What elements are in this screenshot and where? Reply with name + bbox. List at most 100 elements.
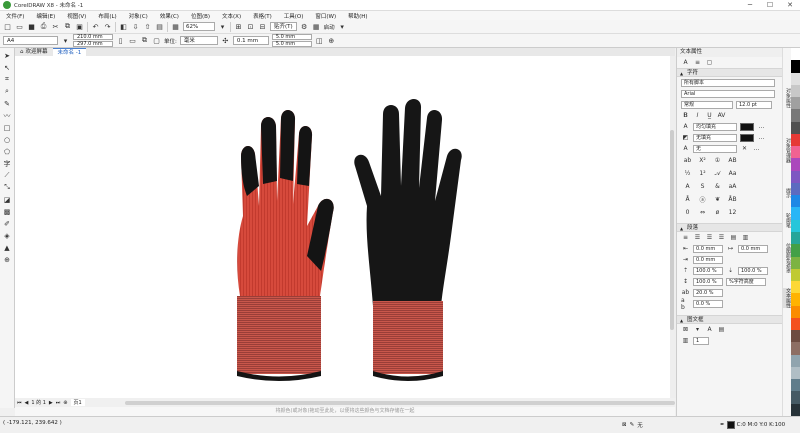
- launch-dropdown-icon[interactable]: ▾: [338, 22, 347, 31]
- cut-icon[interactable]: ✂: [51, 22, 60, 31]
- case-forms-icon[interactable]: aA: [728, 182, 737, 191]
- paste-icon[interactable]: ▣: [75, 22, 84, 31]
- undo-icon[interactable]: ↶: [91, 22, 100, 31]
- align-none-icon[interactable]: ≡: [681, 233, 690, 242]
- portrait-icon[interactable]: ▯: [116, 36, 125, 45]
- palette-swatch[interactable]: [791, 146, 800, 159]
- current-page-icon[interactable]: ▢: [152, 36, 161, 45]
- treat-as-filled-icon[interactable]: ◫: [315, 36, 324, 45]
- palette-swatch[interactable]: [791, 170, 800, 183]
- titling-icon[interactable]: ÅB: [728, 195, 737, 204]
- add-tool-icon[interactable]: ⊕: [3, 255, 12, 264]
- zero-icon[interactable]: 0: [683, 208, 692, 217]
- vertical-align-icon[interactable]: A: [705, 325, 714, 334]
- prev-page-icon[interactable]: ◀: [25, 400, 29, 406]
- character-mode-icon[interactable]: A: [681, 58, 690, 67]
- outline-color-icon[interactable]: ✕: [740, 144, 749, 153]
- columns-input[interactable]: 1: [693, 336, 709, 345]
- last-page-icon[interactable]: ⏭: [56, 400, 61, 406]
- add-preset-icon[interactable]: ⊕: [327, 36, 336, 45]
- palette-swatch[interactable]: [791, 182, 800, 196]
- palette-swatch[interactable]: [791, 305, 800, 318]
- right-indent-input[interactable]: 0.0 mm: [693, 255, 723, 264]
- publish-pdf-icon[interactable]: ▤: [155, 22, 164, 31]
- drop-shadow-tool-icon[interactable]: ◪: [3, 195, 12, 204]
- zoom-level-input[interactable]: 62%: [183, 22, 215, 31]
- save-icon[interactable]: ■: [27, 22, 36, 31]
- palette-swatch[interactable]: [791, 366, 800, 380]
- page-tab[interactable]: 页1: [70, 399, 85, 406]
- menu-text[interactable]: 文本(X): [216, 12, 247, 20]
- fill-type-select[interactable]: 均匀填充: [693, 122, 737, 131]
- palette-swatch[interactable]: [791, 293, 800, 306]
- zoom-tool-icon[interactable]: ⌕: [3, 87, 12, 96]
- justify-icon[interactable]: ▤: [729, 233, 738, 242]
- space-after-input[interactable]: 100.0 %: [738, 266, 768, 275]
- outline-settings-icon[interactable]: …: [752, 144, 761, 153]
- rulers-icon[interactable]: ⊞: [234, 22, 243, 31]
- tab-untitled[interactable]: 未命名 -1: [52, 48, 87, 56]
- duplicate-y-input[interactable]: 5.0 mm: [271, 41, 312, 47]
- fill-settings-icon[interactable]: …: [757, 122, 766, 131]
- italic-icon[interactable]: 𝐼: [693, 111, 702, 120]
- pick-tool-icon[interactable]: ➤: [3, 51, 12, 60]
- frame-fill-icon[interactable]: ⊠: [681, 325, 690, 334]
- palette-swatch[interactable]: [791, 379, 800, 392]
- small-caps-icon[interactable]: Aa: [728, 169, 737, 178]
- parallel-dimension-tool-icon[interactable]: ⟋: [3, 171, 12, 180]
- character-section-header[interactable]: 字符: [677, 68, 782, 78]
- guidelines-icon[interactable]: ⊟: [258, 22, 267, 31]
- palette-swatch[interactable]: [791, 219, 800, 232]
- tab-welcome[interactable]: ⌂ 欢迎屏幕: [15, 48, 53, 56]
- print-icon[interactable]: ⎙: [39, 22, 48, 31]
- wrap-icon[interactable]: ▤: [717, 325, 726, 334]
- align-right-icon[interactable]: ☰: [717, 233, 726, 242]
- menu-table[interactable]: 表格(T): [247, 12, 278, 20]
- document-palette-hint[interactable]: 将颜色(或对象)拖动至此处，以便将这些颜色与文档存储在一起: [15, 407, 675, 416]
- tabular-icon[interactable]: 12: [728, 208, 737, 217]
- palette-swatch[interactable]: [791, 97, 800, 110]
- frame-section-header[interactable]: 图文框: [677, 315, 782, 325]
- palette-swatch[interactable]: [791, 244, 800, 257]
- palette-swatch[interactable]: [791, 121, 800, 134]
- nudge-distance-input[interactable]: 0.1 mm: [232, 36, 269, 45]
- menu-help[interactable]: 帮助(H): [342, 12, 373, 20]
- palette-swatch[interactable]: [791, 60, 800, 73]
- palette-swatch[interactable]: [791, 231, 800, 245]
- character-spacing-input[interactable]: 20.0 %: [693, 288, 723, 297]
- launch-label[interactable]: 启动: [324, 23, 335, 31]
- page-width-input[interactable]: 210.0 mm: [73, 34, 113, 40]
- shape-tool-icon[interactable]: ↖: [3, 63, 12, 72]
- background-settings-icon[interactable]: …: [757, 133, 766, 142]
- export-icon[interactable]: ⇧: [143, 22, 152, 31]
- palette-swatch[interactable]: [791, 207, 800, 220]
- menu-effects[interactable]: 效果(C): [154, 12, 185, 20]
- menu-tools[interactable]: 工具(O): [278, 12, 310, 20]
- minimize-icon[interactable]: ─: [740, 0, 760, 11]
- palette-swatch[interactable]: [791, 281, 800, 294]
- duplicate-x-input[interactable]: 5.0 mm: [271, 34, 312, 40]
- left-indent-input[interactable]: 0.0 mm: [693, 244, 723, 253]
- palette-swatch[interactable]: [791, 195, 800, 208]
- numerals-icon[interactable]: 1²: [698, 169, 707, 178]
- alternate-a-icon[interactable]: Å: [683, 195, 692, 204]
- line-spacing-mode-select[interactable]: %字符高度: [726, 277, 766, 286]
- connector-tool-icon[interactable]: ⤡: [3, 183, 12, 192]
- zoom-dropdown-icon[interactable]: ▾: [218, 22, 227, 31]
- page-height-input[interactable]: 297.0 mm: [73, 41, 113, 47]
- ordinals-icon[interactable]: ①: [713, 156, 722, 165]
- gear-icon[interactable]: ⚙: [300, 22, 309, 31]
- rectangle-tool-icon[interactable]: □: [3, 123, 12, 132]
- page-size-select[interactable]: A4: [3, 36, 58, 45]
- palette-swatch[interactable]: [791, 158, 800, 171]
- transparency-tool-icon[interactable]: ▩: [3, 207, 12, 216]
- menu-bitmaps[interactable]: 位图(B): [185, 12, 216, 20]
- font-select[interactable]: Arial: [681, 89, 775, 98]
- artistic-media-tool-icon[interactable]: 〰: [3, 111, 12, 120]
- horizontal-scrollbar-thumb[interactable]: [125, 401, 675, 405]
- underline-icon[interactable]: U̲: [705, 111, 714, 120]
- palette-swatch[interactable]: [791, 268, 800, 282]
- text-tool-icon[interactable]: 字: [3, 159, 12, 168]
- first-page-icon[interactable]: ⏮: [17, 400, 22, 406]
- palette-swatch[interactable]: [791, 403, 800, 416]
